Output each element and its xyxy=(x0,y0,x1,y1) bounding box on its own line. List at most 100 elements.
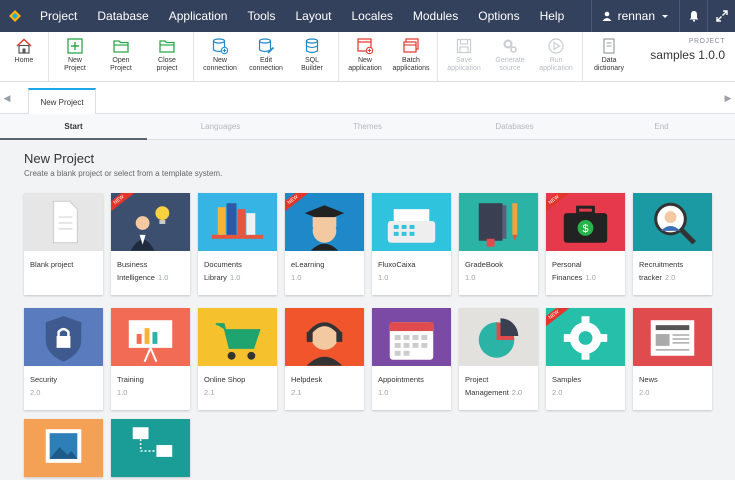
menu-tools[interactable]: Tools xyxy=(237,0,285,32)
template-thumbnail xyxy=(24,193,103,251)
new-connection-button[interactable]: New connection xyxy=(197,32,243,81)
template-card[interactable]: Blank project xyxy=(24,193,103,295)
support-agent-icon xyxy=(306,322,343,366)
template-name: Appointments xyxy=(378,375,424,384)
chevron-down-icon xyxy=(662,15,668,18)
template-card[interactable]: $ NEW Personal Finances 1.0 xyxy=(546,193,625,295)
shopping-cart-icon xyxy=(215,323,261,360)
template-card[interactable]: News 2.0 xyxy=(633,308,712,410)
template-version: 2.0 xyxy=(552,388,563,397)
blank-page-icon xyxy=(53,200,78,244)
network-monitors-icon xyxy=(132,427,173,457)
template-card[interactable]: Helpdesk 2.1 xyxy=(285,308,364,410)
template-card[interactable]: Online Shop 2.1 xyxy=(198,308,277,410)
template-version: 1.0 xyxy=(229,273,241,282)
data-dictionary-button[interactable]: Data dictionary xyxy=(586,32,632,81)
user-name: rennan xyxy=(617,9,655,23)
books-icon xyxy=(211,203,264,239)
calendar-icon xyxy=(389,322,434,360)
menu-application[interactable]: Application xyxy=(159,0,238,32)
template-card-body: Samples 2.0 xyxy=(546,366,625,410)
menu-options[interactable]: Options xyxy=(468,0,529,32)
menu-help[interactable]: Help xyxy=(530,0,575,32)
notifications-button[interactable] xyxy=(679,0,707,32)
newspaper-icon xyxy=(650,320,695,356)
applications-stack-icon xyxy=(403,38,419,53)
open-project-button[interactable]: Open Project xyxy=(98,32,144,81)
template-card[interactable] xyxy=(24,419,103,477)
save-icon xyxy=(456,38,472,54)
close-project-label-2: project xyxy=(156,65,178,72)
toolbar-group-application: New application Batch applications xyxy=(339,32,438,81)
step-themes[interactable]: Themes xyxy=(294,114,441,139)
template-thumbnail: NEW xyxy=(546,308,625,366)
template-card[interactable]: NEW Samples 2.0 xyxy=(546,308,625,410)
menu-project[interactable]: Project xyxy=(30,0,87,32)
template-card-body: News 2.0 xyxy=(633,366,712,410)
template-card[interactable]: GradeBook 1.0 xyxy=(459,193,538,295)
template-thumbnail xyxy=(24,419,103,477)
home-button[interactable]: Home xyxy=(3,32,45,81)
template-name: Security xyxy=(30,375,58,384)
fullscreen-button[interactable] xyxy=(707,0,735,32)
sql-builder-label-2: Builder xyxy=(301,65,323,72)
sql-builder-button[interactable]: SQL Builder xyxy=(289,32,335,81)
step-databases[interactable]: Databases xyxy=(441,114,588,139)
generate-source-button[interactable]: Generate source xyxy=(487,32,533,81)
user-menu[interactable]: rennan xyxy=(590,0,679,32)
step-start[interactable]: Start xyxy=(0,114,147,140)
toolbar-group-project: New Project Open Project Close project xyxy=(49,32,194,81)
template-card[interactable]: Project Management 2.0 xyxy=(459,308,538,410)
open-project-label-2: Project xyxy=(110,65,132,72)
save-application-button[interactable]: Save application xyxy=(441,32,487,81)
template-name: eLearning xyxy=(291,260,325,269)
template-thumbnail xyxy=(111,308,190,366)
template-card[interactable]: Security 2.0 xyxy=(24,308,103,410)
template-card[interactable]: NEW Business Intelligence 1.0 xyxy=(111,193,190,295)
page-title: New Project xyxy=(24,151,95,166)
template-card[interactable] xyxy=(111,419,190,477)
gears-icon xyxy=(503,39,517,53)
new-application-button[interactable]: New application xyxy=(342,32,388,81)
run-application-button[interactable]: Run application xyxy=(533,32,579,81)
template-thumbnail xyxy=(372,308,451,366)
template-thumbnail xyxy=(459,193,538,251)
template-card[interactable]: Training 1.0 xyxy=(111,308,190,410)
menu-layout[interactable]: Layout xyxy=(285,0,341,32)
new-project-button[interactable]: New Project xyxy=(52,32,98,81)
close-project-button[interactable]: Close project xyxy=(144,32,190,81)
open-project-label-1: Open xyxy=(112,57,130,64)
template-card[interactable]: NEW eLearning 1.0 xyxy=(285,193,364,295)
template-version: 2.1 xyxy=(204,388,215,397)
edit-connection-button[interactable]: Edit connection xyxy=(243,32,289,81)
template-card[interactable]: Appointments 1.0 xyxy=(372,308,451,410)
template-card[interactable]: FluxoCaixa 1.0 xyxy=(372,193,451,295)
lock-shield-icon xyxy=(45,316,82,362)
template-card[interactable]: Recruitments tracker 2.0 xyxy=(633,193,712,295)
menu-locales[interactable]: Locales xyxy=(342,0,403,32)
step-end[interactable]: End xyxy=(588,114,735,139)
home-icon xyxy=(16,38,32,54)
template-name: FluxoCaixa xyxy=(378,260,416,269)
tab-scroll-left-icon[interactable]: ◀ xyxy=(0,82,14,114)
main-toolbar: Home New Project Open Project Close project… xyxy=(0,32,735,82)
template-card[interactable]: Documents Library 1.0 xyxy=(198,193,277,295)
template-thumbnail xyxy=(459,308,538,366)
template-thumbnail: NEW xyxy=(285,193,364,251)
page-subtitle: Create a blank project or select from a … xyxy=(24,169,223,178)
template-thumbnail xyxy=(633,308,712,366)
scriptcase-logo-icon[interactable] xyxy=(0,0,30,32)
batch-applications-button[interactable]: Batch applications xyxy=(388,32,434,81)
presentation-board-icon xyxy=(128,320,173,363)
menu-modules[interactable]: Modules xyxy=(403,0,468,32)
step-languages[interactable]: Languages xyxy=(147,114,294,139)
template-version: 1.0 xyxy=(465,273,476,282)
template-name: Business Intelligence xyxy=(117,260,155,282)
new-application-label-1: New xyxy=(357,57,372,64)
menu-database[interactable]: Database xyxy=(87,0,158,32)
template-thumbnail xyxy=(111,419,190,477)
tab-new-project[interactable]: New Project xyxy=(28,88,96,114)
template-card-body: Security 2.0 xyxy=(24,366,103,410)
tab-scroll-right-icon[interactable]: ▶ xyxy=(721,82,735,114)
project-caption: PROJECT xyxy=(688,38,725,45)
